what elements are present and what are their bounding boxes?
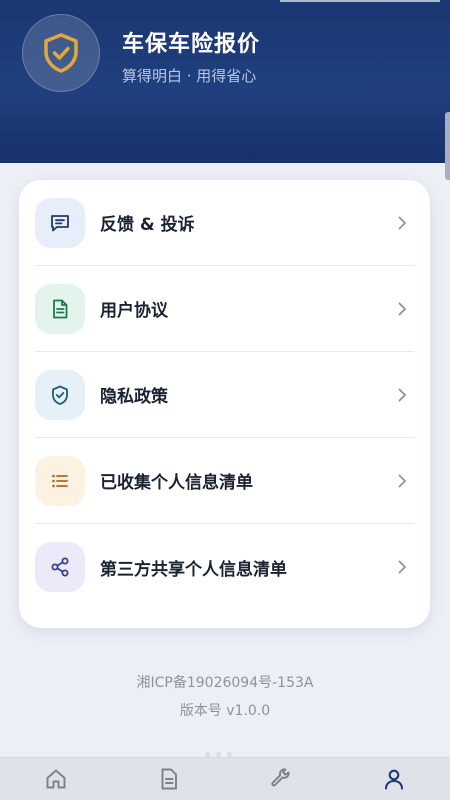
- icp-number: 湘ICP备19026094号-153A: [136, 675, 314, 691]
- menu-item-label: 反馈 & 投诉: [100, 215, 195, 235]
- shield-check-icon: [52, 385, 68, 405]
- chevron-right-icon: [398, 560, 406, 574]
- menu-item-collected-info[interactable]: 已收集个人信息清单: [35, 438, 414, 524]
- menu-item-third-party-sharing[interactable]: 第三方共享个人信息清单: [35, 524, 414, 610]
- list-icon-tile: [35, 455, 85, 506]
- menu-item-label: 用户协议: [100, 301, 168, 321]
- document-icon-tile: [35, 283, 85, 334]
- app-subtitle: 算得明白 · 用得省心: [122, 67, 257, 85]
- chevron-right-icon: [398, 302, 406, 315]
- document-icon: [161, 768, 177, 790]
- menu-item-label: 第三方共享个人信息清单: [100, 559, 287, 580]
- chevron-right-icon: [398, 474, 406, 487]
- feedback-icon: [51, 214, 69, 231]
- feedback-icon-tile: [35, 197, 85, 248]
- menu-item-privacy-policy[interactable]: 隐私政策: [35, 352, 414, 438]
- app-title: 车保车险报价: [122, 32, 261, 57]
- bottom-tab-bar: [0, 757, 450, 800]
- version-label: 版本号 v1.0.0: [179, 703, 271, 719]
- header-banner: 车保车险报价 算得明白 · 用得省心: [0, 0, 450, 163]
- document-icon: [53, 299, 68, 318]
- menu-item-feedback[interactable]: 反馈 & 投诉: [35, 180, 414, 266]
- tab-profile[interactable]: [364, 758, 424, 800]
- wrench-icon: [271, 768, 290, 787]
- list-icon: [52, 474, 68, 487]
- share-icon: [51, 557, 69, 577]
- shield-check-icon: [44, 33, 78, 73]
- settings-card: 反馈 & 投诉 用户协议 隐私政策 已收集个人信息清单 第三方共享个人信息清单: [19, 180, 430, 628]
- user-icon: [384, 769, 403, 790]
- app-logo: [22, 14, 100, 92]
- home-icon: [46, 769, 66, 789]
- privacy-icon-tile: [35, 369, 85, 420]
- menu-item-label: 已收集个人信息清单: [100, 473, 253, 493]
- scroll-indicator: [445, 112, 450, 180]
- tab-home[interactable]: [26, 758, 86, 800]
- chevron-right-icon: [398, 388, 406, 401]
- tab-tools[interactable]: [251, 758, 311, 800]
- menu-item-user-agreement[interactable]: 用户协议: [35, 266, 414, 352]
- share-icon-tile: [35, 542, 85, 592]
- chevron-right-icon: [398, 216, 406, 229]
- menu-item-label: 隐私政策: [100, 387, 168, 407]
- tab-documents[interactable]: [139, 758, 199, 800]
